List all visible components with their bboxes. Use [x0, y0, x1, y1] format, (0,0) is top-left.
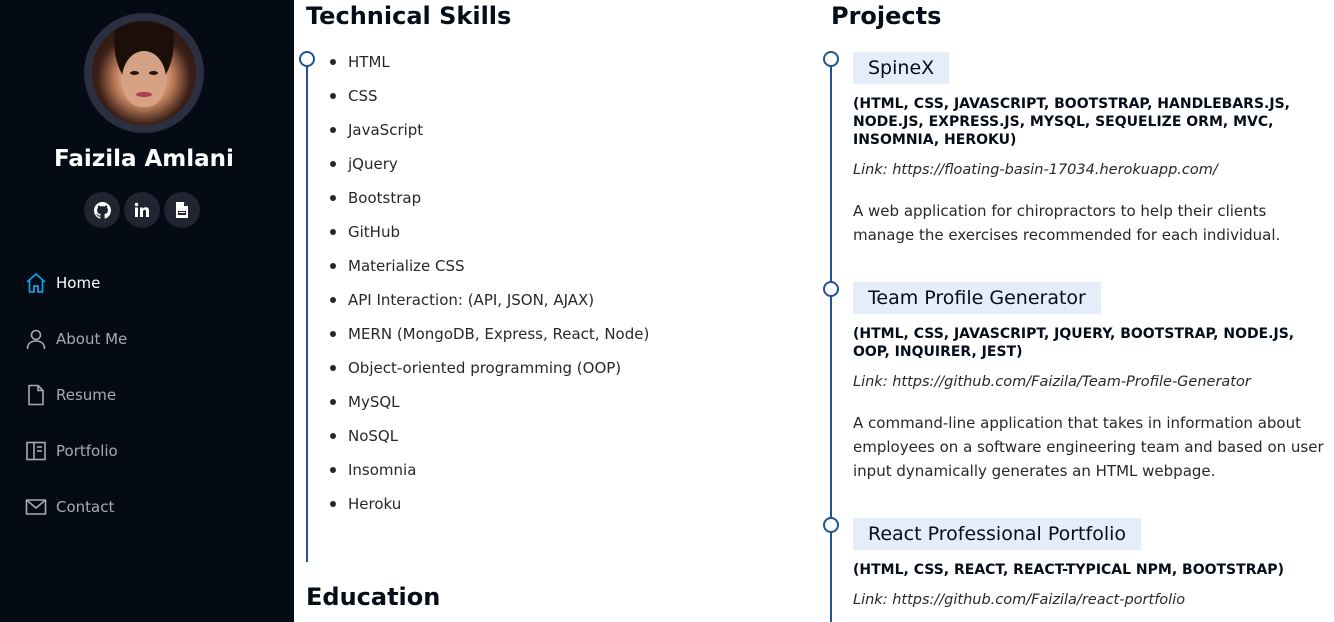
nav-label-resume: Resume [56, 386, 117, 404]
skills-timeline-line [306, 58, 308, 562]
list-item: API Interaction: (API, JSON, AJAX) [330, 288, 594, 312]
nav-label-contact: Contact [56, 498, 115, 516]
projects-timeline-line [830, 58, 832, 622]
project-title: Team Profile Generator [853, 282, 1101, 314]
avatar-frame [84, 13, 204, 133]
project-title: SpineX [853, 52, 950, 84]
list-item: Bootstrap [330, 186, 421, 210]
list-item: MySQL [330, 390, 400, 414]
envelope-icon [25, 496, 47, 518]
project-description: A command-line application that takes in… [853, 414, 1324, 480]
resume-file-icon [176, 202, 188, 218]
resume-download-link[interactable] [164, 192, 200, 228]
sidebar: Faizila Amlani Home About Me Resume Port… [0, 0, 294, 622]
project-tech-stack: (HTML, CSS, REACT, REACT-TYPICAL NPM, BO… [853, 562, 1284, 578]
nav-item-contact[interactable]: Contact [25, 492, 114, 522]
project-description: A web application for chiropractors to h… [853, 202, 1281, 244]
github-icon [93, 201, 111, 219]
person-icon [25, 328, 47, 350]
file-icon [25, 384, 47, 406]
list-item: GitHub [330, 220, 400, 244]
profile-name: Faizila Amlani [54, 146, 234, 172]
nav-label-home: Home [56, 274, 101, 292]
project-timeline-dot [823, 517, 839, 533]
list-item: JavaScript [330, 118, 423, 142]
github-link[interactable] [84, 192, 120, 228]
project-timeline-dot [823, 281, 839, 297]
nav-item-portfolio[interactable]: Portfolio [25, 436, 118, 466]
list-item: Heroku [330, 492, 401, 516]
list-item: Insomnia [330, 458, 416, 482]
project-title: React Professional Portfolio [853, 518, 1142, 550]
nav-label-about-me: About Me [56, 330, 128, 348]
list-item: Materialize CSS [330, 254, 465, 278]
project-link[interactable]: Link: https://floating-basin-17034.herok… [853, 162, 1218, 178]
home-icon [25, 272, 47, 294]
project-tech-stack: (HTML, CSS, JAVASCRIPT, JQUERY, BOOTSTRA… [853, 326, 1295, 360]
skills-timeline-dot [299, 51, 315, 67]
projects-heading: Projects [831, 2, 942, 30]
list-item: jQuery [330, 152, 398, 176]
nav-label-portfolio: Portfolio [56, 442, 118, 460]
skills-heading: Technical Skills [306, 2, 512, 30]
nav-item-resume[interactable]: Resume [25, 380, 116, 410]
list-item: NoSQL [330, 424, 398, 448]
list-item: CSS [330, 84, 378, 108]
project-link[interactable]: Link: https://github.com/Faizila/react-p… [853, 592, 1185, 608]
avatar [92, 21, 196, 125]
nav-item-home[interactable]: Home [25, 268, 100, 298]
list-item: MERN (MongoDB, Express, React, Node) [330, 322, 649, 346]
project-timeline-dot [823, 51, 839, 67]
linkedin-icon [134, 202, 149, 217]
linkedin-link[interactable] [124, 192, 160, 228]
project-tech-stack: (HTML, CSS, JAVASCRIPT, BOOTSTRAP, HANDL… [853, 96, 1290, 148]
book-icon [25, 440, 47, 462]
nav-item-about-me[interactable]: About Me [25, 324, 127, 354]
list-item: Object-oriented programming (OOP) [330, 356, 621, 380]
education-heading: Education [306, 583, 441, 611]
project-link[interactable]: Link: https://github.com/Faizila/Team-Pr… [853, 374, 1251, 390]
list-item: HTML [330, 50, 390, 74]
